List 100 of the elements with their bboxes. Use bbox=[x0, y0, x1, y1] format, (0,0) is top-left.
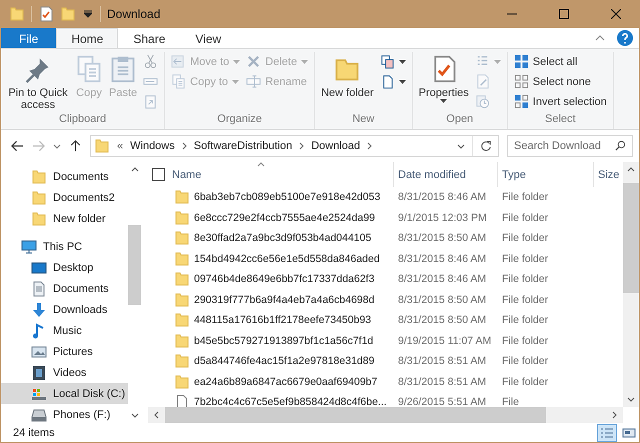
type-cell-text: File folder bbox=[501, 212, 550, 224]
nav-item[interactable]: Pictures bbox=[1, 341, 128, 362]
ribbon-button[interactable]: Select none bbox=[512, 72, 609, 91]
breadcrumb[interactable]: Download bbox=[311, 140, 360, 152]
caret-icon bbox=[398, 80, 406, 84]
column-header[interactable]: Name bbox=[168, 162, 394, 187]
picture-icon bbox=[31, 344, 47, 360]
chevron-right-icon[interactable] bbox=[299, 142, 304, 150]
nav-item[interactable]: New folder bbox=[1, 208, 128, 229]
film-icon bbox=[31, 364, 47, 380]
ribbon-button[interactable]: Select all bbox=[512, 52, 609, 71]
scroll-right-icon[interactable] bbox=[612, 411, 617, 419]
ribbon-button[interactable]: New folder bbox=[319, 52, 376, 100]
refresh-icon[interactable] bbox=[480, 140, 492, 152]
file-name[interactable]: 09746b4de8649e6bb7fc17337dda62f3 bbox=[194, 273, 374, 286]
scroll-left-icon[interactable] bbox=[154, 411, 159, 419]
scrollbar[interactable] bbox=[623, 162, 639, 407]
scroll-up-icon[interactable] bbox=[627, 167, 635, 172]
caret-icon bbox=[440, 99, 448, 103]
overflow-crumb[interactable]: « bbox=[117, 140, 124, 152]
date-cell-text: 8/31/2015 8:50 AM bbox=[397, 314, 488, 326]
nav-item[interactable]: Music bbox=[1, 320, 128, 341]
ribbon-tab[interactable]: Home bbox=[56, 28, 118, 48]
ribbon-button[interactable]: Pin to Quick access bbox=[5, 52, 71, 112]
folder-icon bbox=[174, 250, 190, 267]
file-name[interactable]: 154bd4942cc6e56e1e5d558da846aded bbox=[194, 252, 380, 265]
chevron-right-icon[interactable] bbox=[182, 142, 187, 150]
nav-item[interactable]: Downloads bbox=[1, 299, 128, 320]
nav-item[interactable]: Documents bbox=[1, 278, 128, 299]
group-label: Clipboard bbox=[59, 113, 106, 127]
date-cell-text: 8/31/2015 8:46 AM bbox=[397, 273, 488, 286]
scrollbar[interactable] bbox=[148, 407, 623, 423]
chevron-down-icon[interactable] bbox=[53, 144, 61, 148]
nav-item[interactable]: Desktop bbox=[1, 257, 128, 278]
file-name[interactable]: ea24a6b89a6847ac6679e0aaf69409b7 bbox=[194, 376, 378, 388]
history-icon bbox=[474, 94, 490, 109]
paste-shortcut-icon bbox=[143, 94, 158, 109]
file-name[interactable]: 6e8ccc729e2f4ccb7555ae4e2524da99 bbox=[194, 212, 375, 224]
date-cell-text: 8/31/2015 8:51 AM bbox=[397, 376, 488, 388]
nav-item[interactable]: Videos bbox=[1, 362, 128, 383]
caret-icon bbox=[233, 60, 240, 64]
file-menu-tab[interactable]: File bbox=[1, 28, 56, 48]
date-cell-text: 9/19/2015 11:07 AM bbox=[397, 334, 492, 347]
details-view-icon bbox=[600, 426, 614, 438]
nav-item[interactable]: Phones (F:) bbox=[1, 404, 128, 423]
close-icon bbox=[611, 9, 621, 19]
view-button[interactable] bbox=[597, 424, 617, 442]
address-bar[interactable]: « Windows SoftwareDistribution Download bbox=[90, 135, 499, 157]
nav-item[interactable]: Documents2 bbox=[1, 187, 128, 208]
file-name[interactable]: 448115a17616b1ff2178eefe73450b93 bbox=[194, 314, 372, 326]
chevron-down-icon[interactable] bbox=[457, 144, 465, 148]
file-name[interactable]: 8e30ffad2a7a9bc3d9f053b4ad044105 bbox=[194, 232, 372, 244]
breadcrumb[interactable]: SoftwareDistribution bbox=[194, 140, 292, 152]
scroll-thumb[interactable] bbox=[623, 183, 639, 293]
select-all-checkbox[interactable] bbox=[152, 168, 164, 181]
up-arrow-icon[interactable] bbox=[69, 140, 82, 152]
file-name[interactable]: b45e5bc579271913897bf1c1a56c7f1d bbox=[194, 334, 374, 347]
type-cell-text: File bbox=[501, 396, 520, 407]
nav-item[interactable]: Documents bbox=[1, 166, 128, 187]
chevron-right-icon[interactable] bbox=[367, 142, 372, 150]
column-header[interactable]: Size bbox=[594, 162, 623, 187]
scroll-thumb[interactable] bbox=[165, 407, 546, 423]
monitor-icon bbox=[21, 238, 37, 254]
move-icon bbox=[171, 54, 186, 69]
customize-dropdown-icon[interactable] bbox=[84, 10, 92, 18]
breadcrumb[interactable]: Windows bbox=[130, 140, 175, 152]
folder-icon bbox=[31, 210, 47, 226]
folder-icon bbox=[174, 271, 190, 288]
search-field[interactable]: Search Download bbox=[507, 135, 633, 157]
folder-icon bbox=[31, 190, 47, 206]
folder-icon bbox=[174, 312, 190, 328]
ribbon-button[interactable]: Properties bbox=[416, 52, 471, 104]
date-cell-text: 8/31/2015 8:46 AM bbox=[397, 191, 488, 204]
scroll-up-icon[interactable] bbox=[130, 167, 138, 172]
back-arrow-icon[interactable] bbox=[11, 140, 24, 152]
type-cell-text: File folder bbox=[501, 355, 550, 368]
date-cell-text: 8/31/2015 8:50 AM bbox=[397, 232, 488, 244]
column-header[interactable]: Type bbox=[498, 162, 594, 187]
folder-icon bbox=[31, 168, 47, 184]
file-name[interactable]: 6bab3eb7cb089eb5100e7e918e42d053 bbox=[194, 191, 380, 204]
sort-caret-icon bbox=[257, 162, 265, 167]
scroll-down-icon[interactable] bbox=[627, 397, 635, 402]
file-name[interactable]: d5a844746fe4ac15f1a2e97818e31d89 bbox=[194, 355, 374, 368]
search-icon bbox=[615, 140, 626, 151]
column-header[interactable]: Date modified bbox=[394, 162, 498, 187]
ribbon-button[interactable]: Invert selection bbox=[512, 92, 609, 111]
collapse-ribbon-icon[interactable] bbox=[595, 35, 605, 41]
scroll-thumb[interactable] bbox=[128, 225, 141, 305]
file-name[interactable]: 7b2bc4c4c67c5e5ef9b858424d8c4f6be... bbox=[194, 396, 387, 407]
help-icon[interactable] bbox=[617, 30, 633, 46]
nav-item[interactable]: Local Disk (C:) bbox=[1, 383, 128, 404]
grid-icon bbox=[514, 54, 529, 69]
caret-icon bbox=[232, 80, 240, 84]
type-cell-text: File folder bbox=[501, 191, 550, 204]
nav-item[interactable]: This PC bbox=[1, 236, 128, 257]
file-name[interactable]: 290319f777b6a9f4a4eb7a4a6cb4698d bbox=[194, 294, 374, 306]
checkmark-page-icon[interactable] bbox=[38, 6, 54, 22]
scroll-down-icon[interactable] bbox=[130, 413, 138, 418]
rename-icon bbox=[246, 74, 262, 89]
folder-icon bbox=[94, 138, 110, 154]
